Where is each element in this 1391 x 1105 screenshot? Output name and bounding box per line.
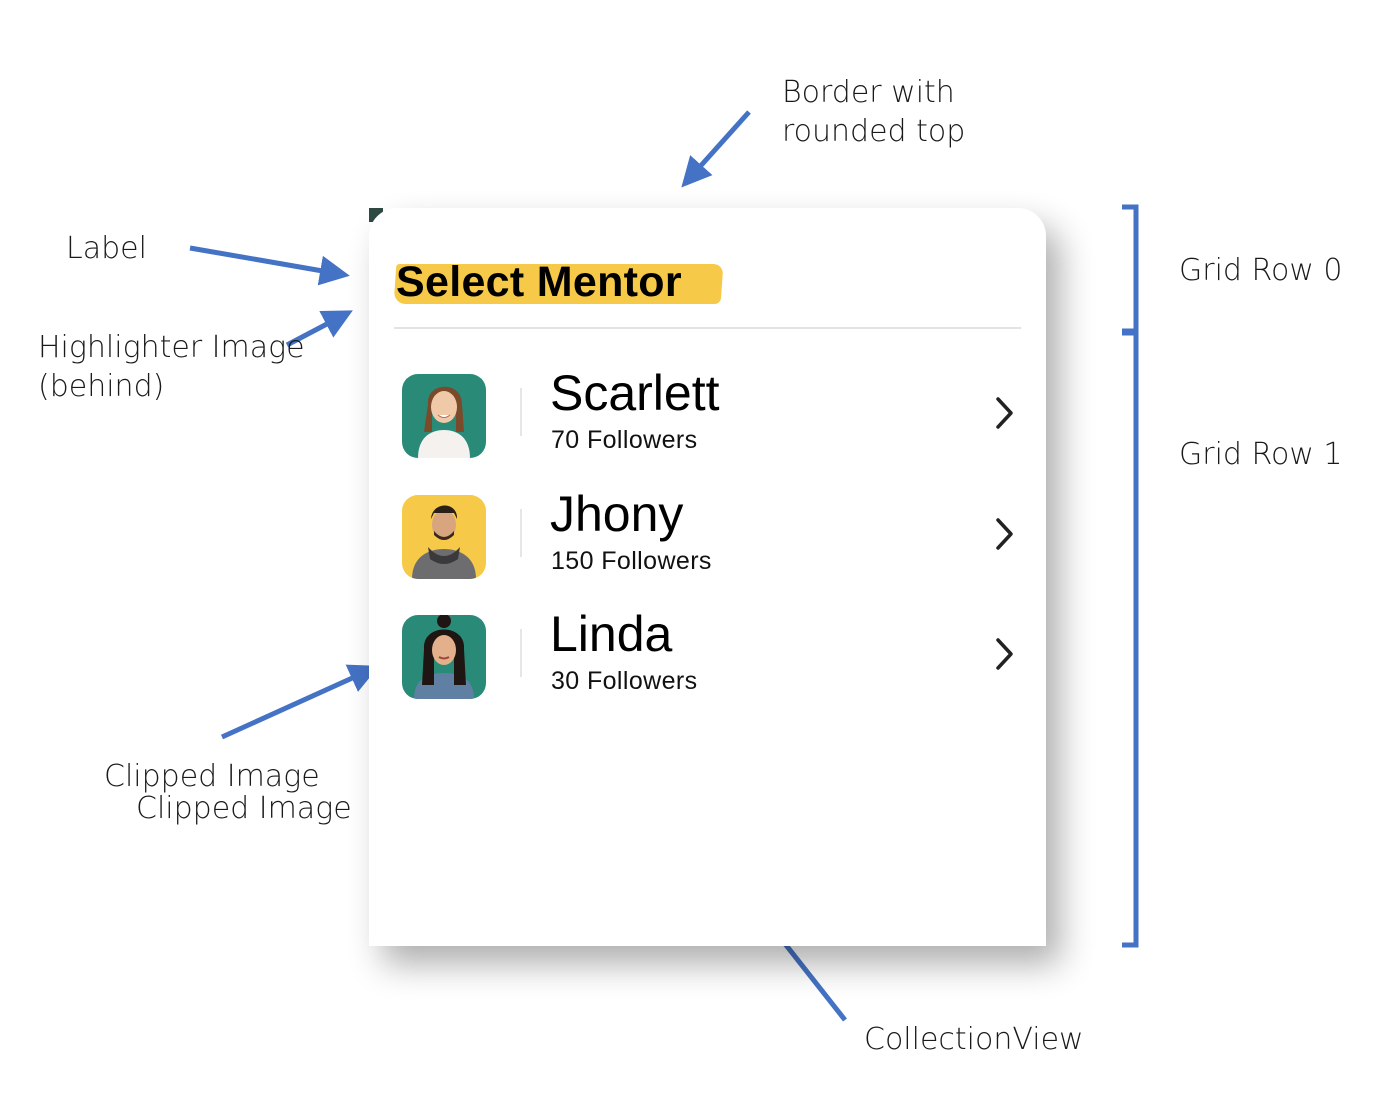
mentor-row-linda[interactable]: Linda 30 Followers	[400, 603, 1020, 699]
border-note-line-2: rounded top	[782, 114, 966, 149]
avatar-linda-image	[402, 615, 486, 699]
avatar-jhony-image	[402, 495, 486, 579]
page-title: Select Mentor	[396, 258, 682, 306]
mentor-followers: 30 Followers	[551, 667, 698, 695]
mentor-name: Scarlett	[550, 365, 720, 421]
grid-row-1-bracket	[1122, 330, 1139, 948]
collection-view-note: CollectionView	[864, 1022, 1084, 1057]
chevron-right-icon[interactable]	[994, 637, 1016, 671]
chevron-right-icon[interactable]	[994, 396, 1016, 430]
avatar-scarlett-image	[402, 374, 486, 458]
label-note: Label	[66, 231, 147, 266]
arrow-to-border	[681, 110, 751, 188]
border-note-line-1: Border with	[782, 75, 955, 110]
mentor-name: Jhony	[550, 486, 684, 542]
avatar-scarlett	[402, 374, 486, 458]
avatar-linda	[402, 615, 486, 699]
row-separator	[520, 629, 522, 677]
row-separator	[520, 509, 522, 557]
highlighter-note-line-2: (behind)	[38, 369, 165, 404]
grid-row-0-note: Grid Row 0	[1179, 253, 1343, 288]
header-divider	[394, 327, 1021, 329]
avatar-jhony	[402, 495, 486, 579]
clipped-note-line-2: Clipped Image	[136, 791, 352, 826]
mentor-row-scarlett[interactable]: Scarlett 70 Followers	[400, 362, 1020, 458]
chevron-right-icon[interactable]	[994, 517, 1016, 551]
mentor-row-jhony[interactable]: Jhony 150 Followers	[400, 483, 1020, 579]
grid-row-0-bracket	[1122, 204, 1139, 334]
mentor-name: Linda	[550, 606, 673, 662]
grid-row-1-note: Grid Row 1	[1179, 437, 1343, 472]
mentor-followers: 70 Followers	[551, 426, 698, 454]
highlighter-note-line-1: Highlighter Image	[38, 330, 305, 365]
row-separator	[520, 388, 522, 436]
mentor-followers: 150 Followers	[551, 547, 712, 575]
arrow-to-label	[189, 245, 350, 286]
arrow-to-clipped-image	[220, 664, 380, 740]
